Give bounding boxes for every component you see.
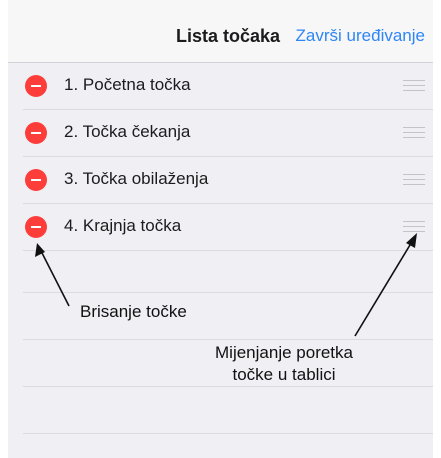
empty-row-separator (23, 292, 433, 293)
delete-icon[interactable] (25, 169, 47, 191)
table-screen: Lista točaka Završi uređivanje 1. Početn… (8, 0, 433, 458)
reorder-handle-icon[interactable] (403, 80, 425, 92)
empty-row-separator (23, 433, 433, 434)
reorder-handle-icon[interactable] (403, 174, 425, 186)
table-row: 2. Točka čekanja (8, 110, 433, 157)
reorder-annotation-line1: Mijenjanje poretka (215, 343, 353, 362)
row-label: 4. Krajnja točka (64, 216, 182, 235)
page-title: Lista točaka (176, 26, 281, 46)
reorder-annotation-line2: točke u tablici (232, 365, 336, 384)
row-label: 3. Točka obilaženja (64, 169, 209, 188)
table-row: 1. Početna točka (8, 63, 433, 110)
empty-row-separator (23, 386, 433, 387)
delete-annotation: Brisanje točke (80, 302, 187, 321)
reorder-handle-icon[interactable] (403, 221, 425, 233)
delete-icon[interactable] (25, 216, 47, 238)
row-label: 1. Početna točka (64, 75, 191, 94)
navigation-bar: Lista točaka Završi uređivanje (8, 0, 433, 63)
delete-icon[interactable] (25, 122, 47, 144)
reorder-handle-icon[interactable] (403, 127, 425, 139)
done-editing-button[interactable]: Završi uređivanje (296, 26, 425, 46)
empty-row-separator (23, 339, 433, 340)
table-row: 4. Krajnja točka (8, 204, 433, 251)
table-row: 3. Točka obilaženja (8, 157, 433, 204)
row-separator (23, 250, 433, 251)
delete-icon[interactable] (25, 75, 47, 97)
row-label: 2. Točka čekanja (64, 122, 191, 141)
